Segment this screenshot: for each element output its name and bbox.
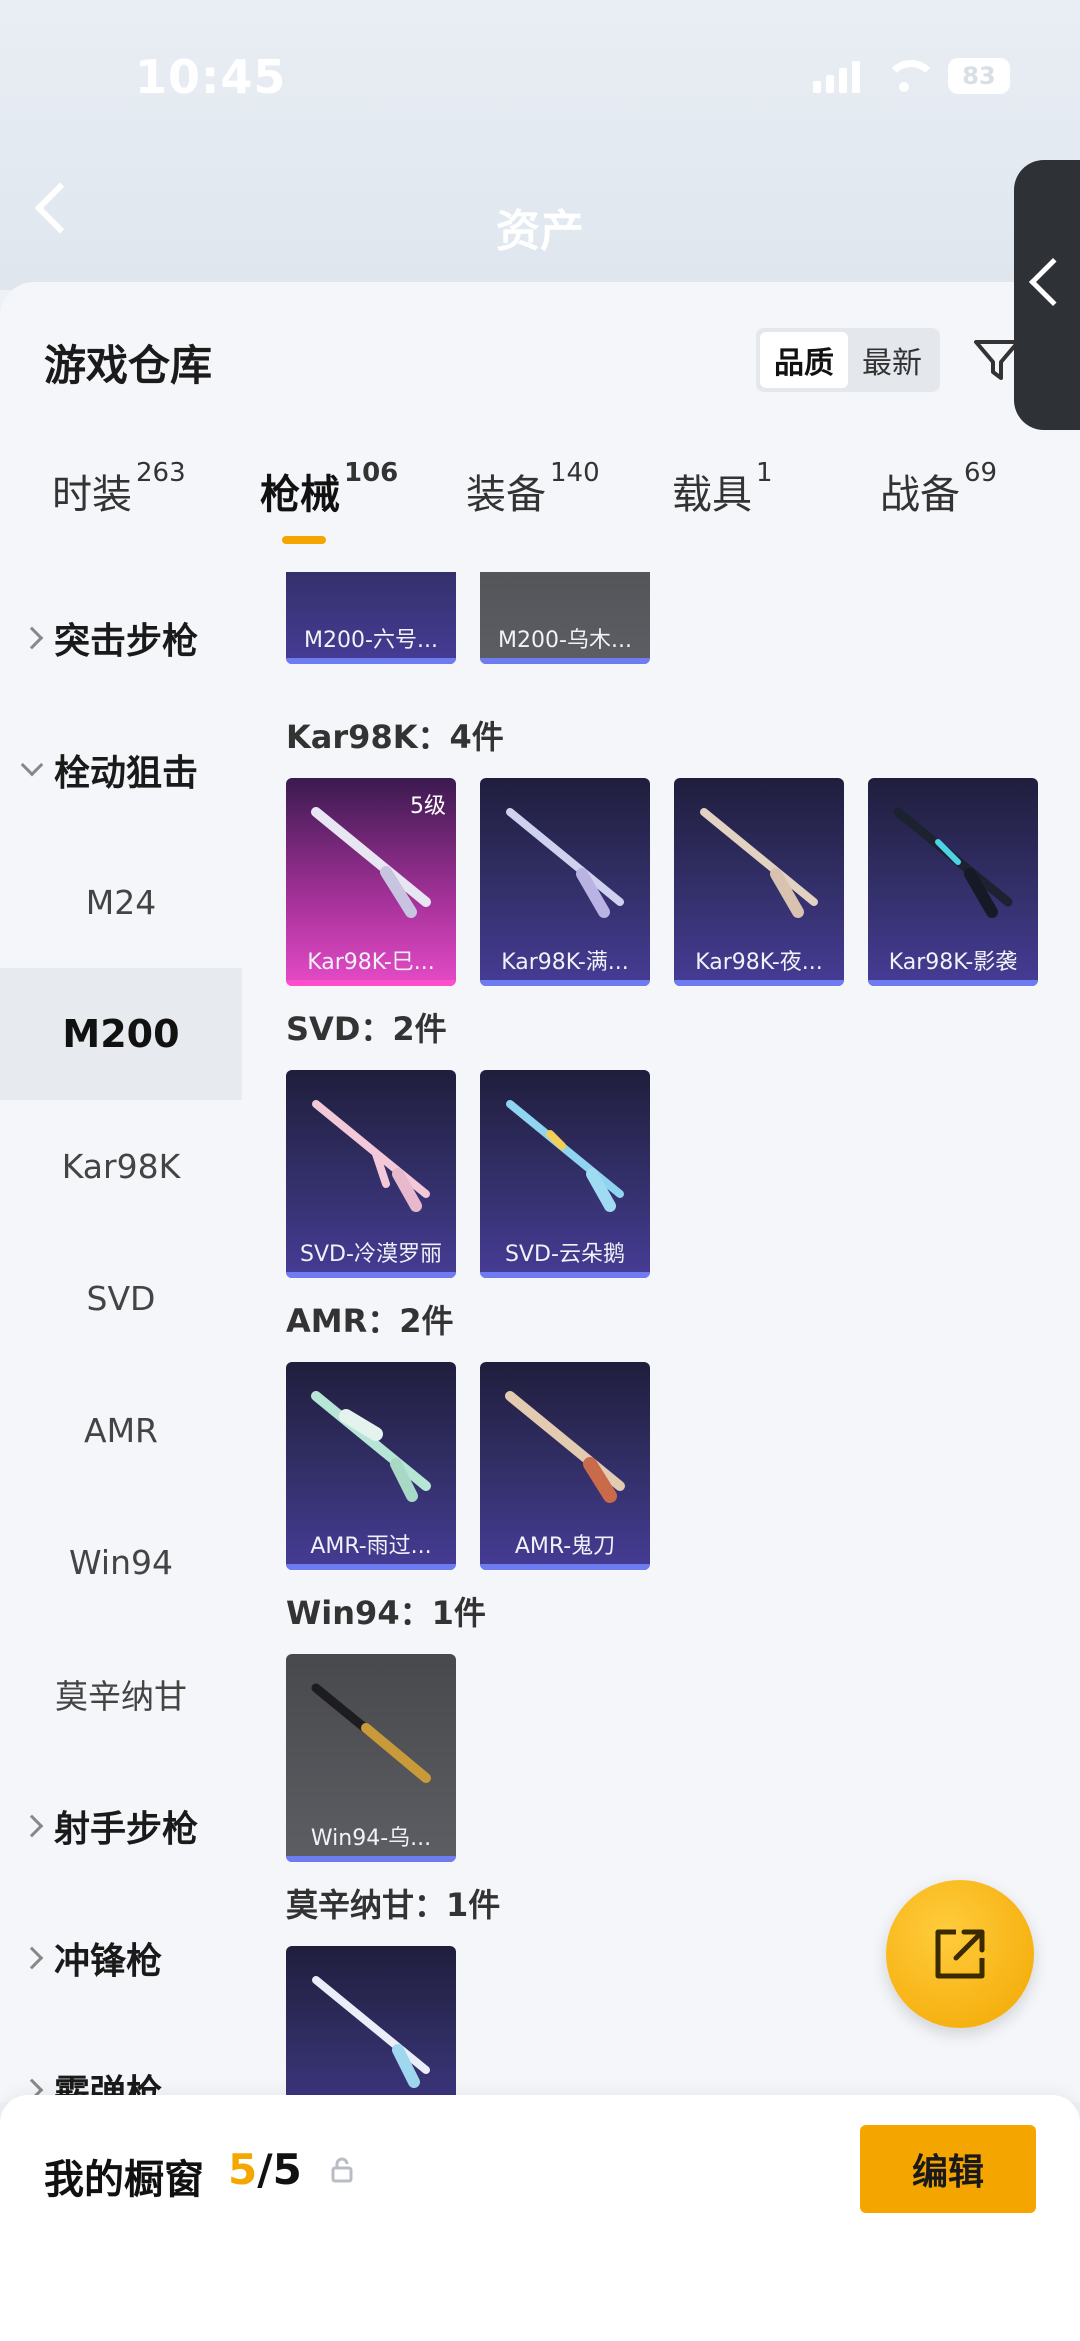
weapon-card[interactable]: M200-乌木... (480, 572, 650, 664)
nav-item-m24[interactable]: M24 (0, 836, 242, 968)
sort-toggle: 品质 最新 (756, 328, 940, 392)
nav-item-amr[interactable]: AMR (0, 1364, 242, 1496)
showcase-count: 5/5 (228, 2145, 302, 2194)
rifle-icon (311, 1683, 431, 1783)
section-title-kar98k: Kar98K：4件 (286, 718, 504, 756)
rifle-icon (311, 807, 431, 918)
status-icons: 83 (813, 58, 1010, 94)
sort-option-quality[interactable]: 品质 (760, 332, 848, 388)
sheet-title: 游戏仓库 (44, 341, 213, 390)
weapon-card[interactable]: SVD-云朵鹅 (480, 1070, 650, 1278)
rifle-icon (700, 808, 818, 918)
lock-icon (331, 2157, 353, 2183)
edit-button[interactable]: 编辑 (860, 2125, 1036, 2213)
tab-vehicles[interactable]: 载具 1 (672, 458, 773, 520)
nav-group-assault-rifle[interactable]: 突击步枪 (0, 572, 242, 704)
weapon-card[interactable]: 5级 Kar98K-巳... (286, 778, 456, 986)
rifle-icon (312, 1976, 430, 2088)
section-title-win94: Win94：1件 (286, 1594, 486, 1632)
rifle-icon (312, 1100, 430, 1212)
page-title: 资产 (496, 206, 584, 257)
tab-battle-prep[interactable]: 战备 69 (880, 458, 997, 520)
nav-group-smg[interactable]: 冲锋枪 (0, 1892, 242, 2024)
section-title-mosin-nagant: 莫辛纳甘：1件 (286, 1886, 501, 1924)
weapon-card[interactable]: SVD-冷漠罗丽 (286, 1070, 456, 1278)
nav-item-mosin-nagant[interactable]: 莫辛纳甘 (0, 1628, 242, 1760)
nav-item-win94[interactable]: Win94 (0, 1496, 242, 1628)
share-external-icon (935, 1929, 985, 1979)
nav-item-kar98k[interactable]: Kar98K (0, 1100, 242, 1232)
status-time: 10:45 (135, 50, 287, 104)
showcase-panel: 我的橱窗 5/5 编辑 (0, 2095, 1080, 2341)
nav-group-marksman-rifle[interactable]: 射手步枪 (0, 1760, 242, 1892)
rifle-icon (893, 807, 1013, 918)
weapon-category-nav: 突击步枪 栓动狙击 M24 M200 Kar98K SVD AMR Win94 … (0, 572, 242, 2102)
chevron-down-icon (20, 753, 44, 777)
sort-option-newest[interactable]: 最新 (848, 332, 936, 388)
section-title-svd: SVD：2件 (286, 1010, 447, 1048)
wifi-icon (882, 60, 938, 92)
nav-item-m200[interactable]: M200 (0, 968, 242, 1100)
tab-fashion[interactable]: 时装 263 (52, 458, 186, 520)
nav-group-bolt-sniper[interactable]: 栓动狙击 (0, 704, 242, 836)
chevron-right-icon (20, 1946, 44, 1970)
chevron-left-icon (1028, 257, 1078, 307)
weapon-card[interactable] (286, 1946, 456, 2102)
nav-item-svd[interactable]: SVD (0, 1232, 242, 1364)
nav-group-shotgun[interactable]: 霰弹枪 (0, 2024, 242, 2102)
side-collapse-handle[interactable] (1014, 160, 1080, 430)
top-header-backdrop: 10:45 83 资产 (0, 0, 1080, 290)
showcase-title: 我的橱窗 (44, 2157, 204, 2203)
weapon-card[interactable]: Kar98K-满... (480, 778, 650, 986)
tab-firearms[interactable]: 枪械 106 (260, 458, 398, 520)
active-tab-indicator (282, 536, 326, 544)
category-tabs: 时装 263 枪械 106 装备 140 载具 1 战备 69 (0, 458, 1080, 572)
weapon-card[interactable]: Win94-乌... (286, 1654, 456, 1862)
rifle-icon (311, 1391, 431, 1502)
weapon-card[interactable]: AMR-雨过... (286, 1362, 456, 1570)
tab-equipment[interactable]: 装备 140 (466, 458, 600, 520)
weapon-card[interactable]: Kar98K-夜... (674, 778, 844, 986)
battery-indicator: 83 (948, 58, 1010, 94)
weapon-card[interactable]: AMR-鬼刀 (480, 1362, 650, 1570)
rifle-icon (505, 1391, 625, 1503)
weapon-skin-list: M200-六号... M200-乌木... Kar98K：4件 5级 Kar98… (242, 572, 1080, 2102)
section-title-amr: AMR：2件 (286, 1302, 454, 1340)
rifle-icon (506, 808, 624, 918)
rifle-icon (506, 1100, 624, 1212)
chevron-right-icon (20, 1814, 44, 1838)
game-warehouse-sheet: 游戏仓库 品质 最新 时装 263 枪械 106 装备 140 载具 1 战备 69 突击… (0, 282, 1080, 2102)
chevron-right-icon (20, 626, 44, 650)
share-button[interactable] (886, 1880, 1034, 2028)
weapon-card[interactable]: M200-六号... (286, 572, 456, 664)
weapon-card[interactable]: Kar98K-影袭 (868, 778, 1038, 986)
signal-icon (813, 59, 860, 93)
